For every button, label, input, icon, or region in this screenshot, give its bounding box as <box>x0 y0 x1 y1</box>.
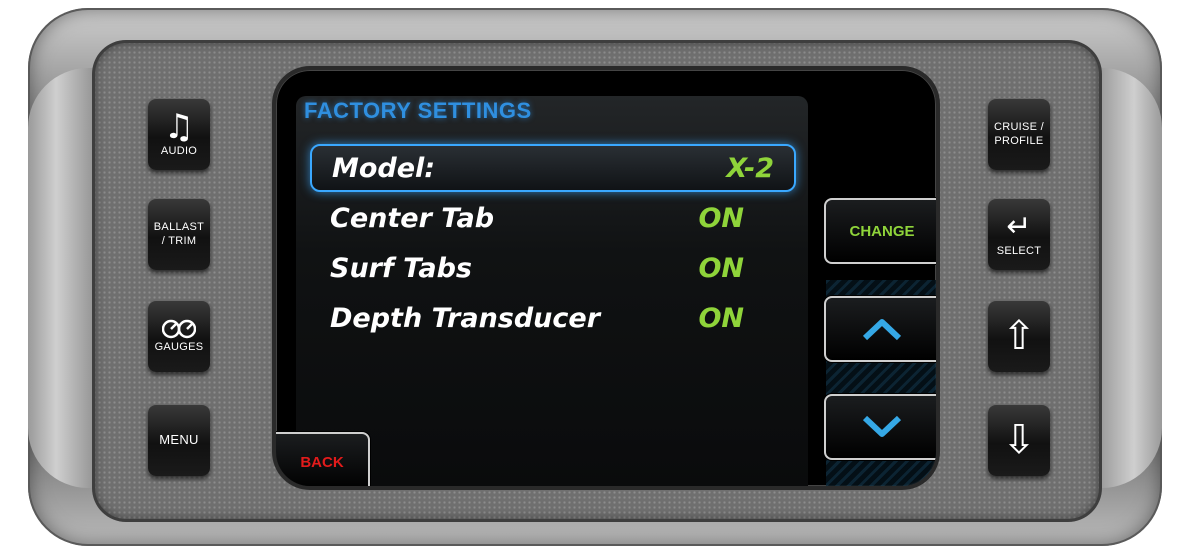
audio-button[interactable]: ♫ AUDIO <box>148 98 210 170</box>
setting-label: Surf Tabs <box>330 252 472 284</box>
menu-button[interactable]: MENU <box>148 404 210 476</box>
setting-value: ON <box>698 202 744 234</box>
setting-value: X-2 <box>726 152 774 184</box>
bezel-left-cap <box>28 68 98 488</box>
up-arrow-button[interactable]: ⇧ <box>988 300 1050 372</box>
select-button-label: SELECT <box>996 245 1042 257</box>
scroll-down-button[interactable] <box>824 394 936 460</box>
chevron-up-icon <box>862 319 902 341</box>
gauges-button-label: GAUGES <box>154 341 204 353</box>
setting-label: Center Tab <box>330 202 495 234</box>
chevron-down-icon <box>862 415 902 437</box>
music-note-icon: ♫ <box>163 107 195 147</box>
select-button[interactable]: ↵ SELECT <box>988 198 1050 270</box>
setting-label: Depth Transducer <box>330 302 601 334</box>
ballast-trim-label: BALLAST / TRIM <box>153 221 205 247</box>
up-arrow-icon: ⇧ <box>1002 313 1036 359</box>
gauges-button[interactable]: GAUGES <box>148 300 210 372</box>
menu-button-label: MENU <box>159 432 199 447</box>
gauges-icon <box>162 319 196 339</box>
enter-arrow-icon: ↵ <box>1006 209 1032 244</box>
setting-row-depth-transducer[interactable]: Depth Transducer ON <box>310 294 796 342</box>
page-title: FACTORY SETTINGS <box>304 98 532 123</box>
back-button[interactable]: BACK <box>276 432 370 486</box>
bezel-right-cap <box>1092 68 1162 488</box>
setting-value: ON <box>698 302 744 334</box>
cruise-profile-label: CRUISE / PROFILE <box>993 121 1045 147</box>
ballast-trim-button[interactable]: BALLAST / TRIM <box>148 198 210 270</box>
back-button-label: BACK <box>300 453 344 471</box>
audio-button-label: AUDIO <box>160 145 198 157</box>
setting-value: ON <box>698 252 744 284</box>
setting-row-surf-tabs[interactable]: Surf Tabs ON <box>310 244 796 292</box>
down-arrow-icon: ⇩ <box>1002 417 1036 463</box>
display-screen: FACTORY SETTINGS Model: X-2 Center Tab O… <box>276 70 936 486</box>
cruise-profile-button[interactable]: CRUISE / PROFILE <box>988 98 1050 170</box>
setting-row-model[interactable]: Model: X-2 <box>310 144 796 192</box>
scroll-up-button[interactable] <box>824 296 936 362</box>
change-button-label: CHANGE <box>849 222 915 240</box>
down-arrow-button[interactable]: ⇩ <box>988 404 1050 476</box>
change-button[interactable]: CHANGE <box>824 198 936 264</box>
setting-row-center-tab[interactable]: Center Tab ON <box>310 194 796 242</box>
setting-label: Model: <box>332 152 436 184</box>
